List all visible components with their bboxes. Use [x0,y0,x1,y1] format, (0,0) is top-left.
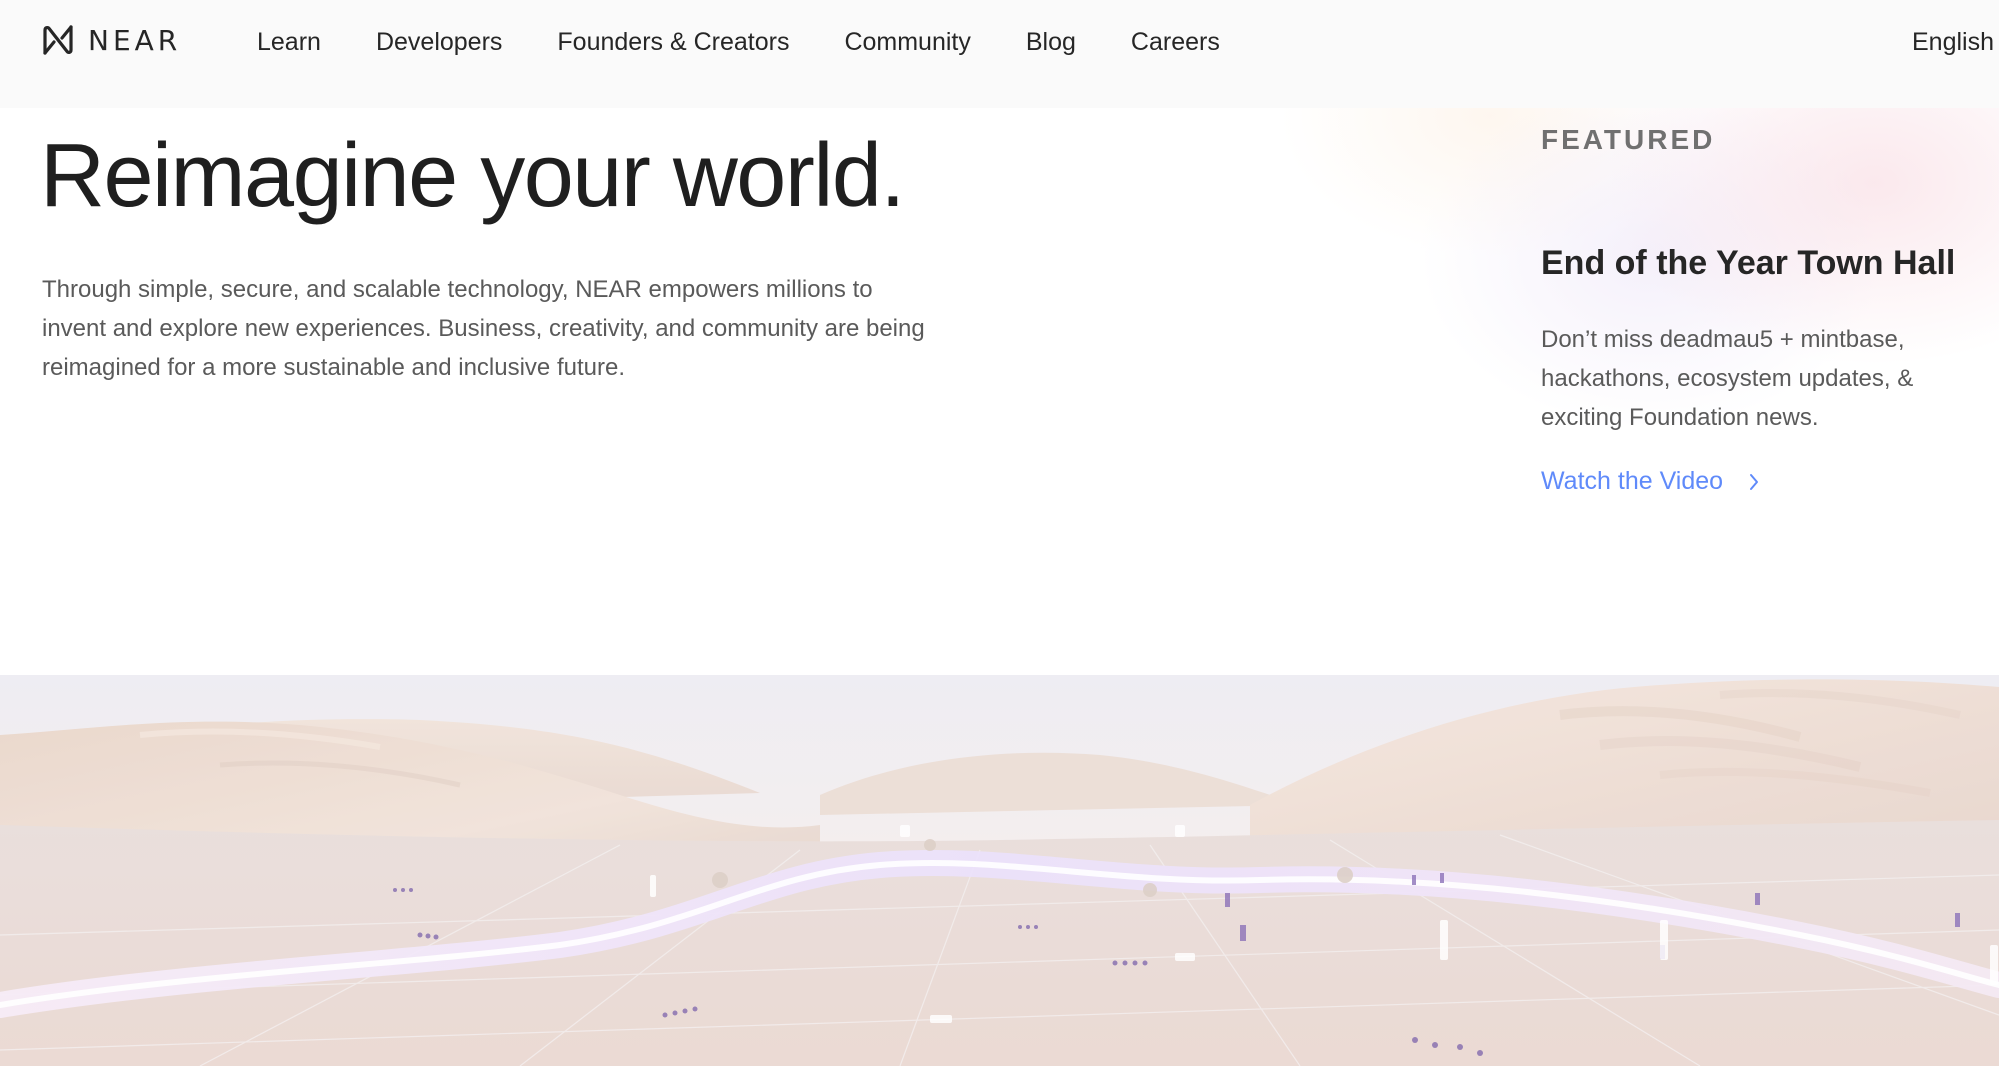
near-logo-icon [43,25,73,55]
watch-video-link[interactable]: Watch the Video [1541,467,1971,496]
hero-landscape-image [0,675,1999,1066]
language-selector[interactable]: English [1912,24,1994,60]
featured-section: FEATURED End of the Year Town Hall Don’t… [1541,120,1971,496]
nav-developers[interactable]: Developers [376,28,502,57]
near-wordmark: NEAR [88,23,182,57]
hero-title: Reimagine your world. [40,126,905,226]
hero-description: Through simple, secure, and scalable tec… [42,276,925,381]
featured-title: End of the Year Town Hall [1541,244,1956,282]
nav-blog[interactable]: Blog [1026,28,1076,57]
nav-careers[interactable]: Careers [1131,28,1220,57]
nav-community[interactable]: Community [844,28,970,57]
page: NEAR Learn Developers Founders & Creator… [0,0,1999,1066]
nav-learn[interactable]: Learn [257,28,321,57]
nav-founders-creators[interactable]: Founders & Creators [557,28,789,57]
watch-video-label: Watch the Video [1541,467,1724,495]
featured-label: FEATURED [1541,124,1716,155]
featured-description: Don’t miss deadmau5 + mintbase, hackatho… [1541,326,1914,431]
chevron-right-icon [1749,473,1759,491]
main-nav: Learn Developers Founders & Creators Com… [257,24,1220,60]
top-navbar: NEAR Learn Developers Founders & Creator… [0,0,1999,108]
near-logo-link[interactable]: NEAR [40,22,181,58]
